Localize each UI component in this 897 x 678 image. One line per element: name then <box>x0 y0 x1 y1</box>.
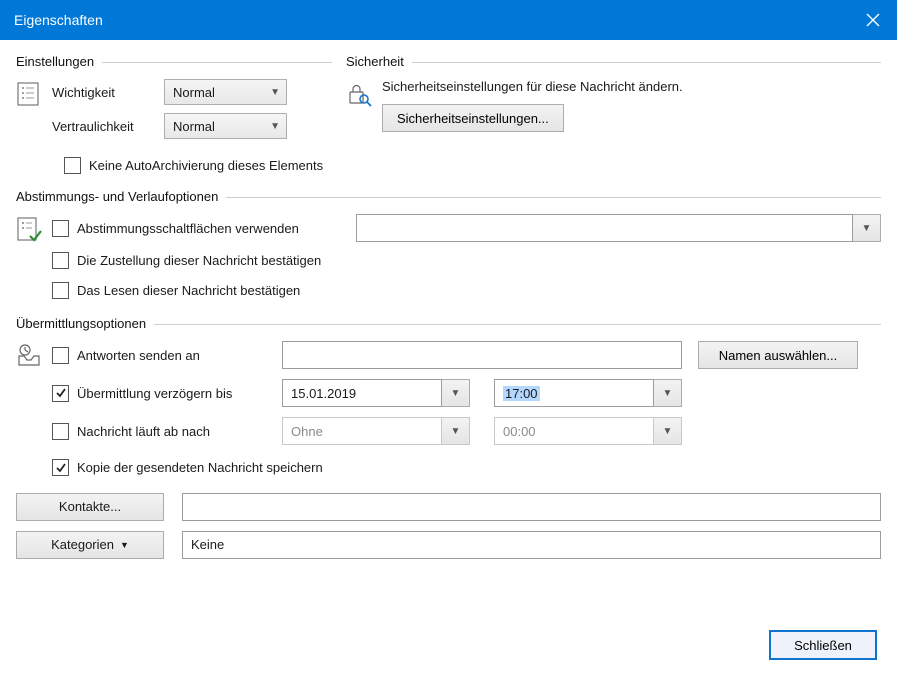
use-voting-buttons-label: Abstimmungsschaltflächen verwenden <box>77 221 299 236</box>
sensitivity-label: Vertraulichkeit <box>46 119 164 134</box>
delay-date-dropdown[interactable]: ▼ <box>442 379 470 407</box>
delay-time-value: 17:00 <box>503 386 540 401</box>
lock-search-icon <box>346 79 376 107</box>
reply-to-checkbox[interactable]: Antworten senden an <box>46 347 282 364</box>
group-settings-label: Einstellungen <box>16 54 94 69</box>
delay-time-input[interactable]: 17:00 <box>494 379 654 407</box>
divider <box>102 62 332 63</box>
chevron-down-icon: ▼ <box>120 540 129 550</box>
categories-value: Keine <box>191 537 224 552</box>
use-voting-buttons-checkbox[interactable]: Abstimmungsschaltflächen verwenden <box>46 220 356 237</box>
expire-time-input: 00:00 <box>494 417 654 445</box>
importance-value: Normal <box>173 85 215 100</box>
delay-date-input[interactable]: 15.01.2019 <box>282 379 442 407</box>
close-button-label: Schließen <box>794 638 852 653</box>
divider <box>154 324 881 325</box>
window-title: Eigenschaften <box>14 12 103 28</box>
chevron-down-icon: ▼ <box>270 121 280 132</box>
delivery-receipt-label: Die Zustellung dieser Nachricht bestätig… <box>77 253 321 268</box>
security-settings-button[interactable]: Sicherheitseinstellungen... <box>382 104 564 132</box>
read-receipt-checkbox[interactable]: Das Lesen dieser Nachricht bestätigen <box>52 282 300 299</box>
delay-delivery-label: Übermittlung verzögern bis <box>77 386 232 401</box>
select-names-button[interactable]: Namen auswählen... <box>698 341 858 369</box>
categories-button-label: Kategorien <box>51 537 114 552</box>
voting-buttons-dropdown[interactable]: ▼ <box>853 214 881 242</box>
contacts-button[interactable]: Kontakte... <box>16 493 164 521</box>
delay-delivery-checkbox[interactable]: Übermittlung verzögern bis <box>46 385 282 402</box>
delay-date-value: 15.01.2019 <box>291 386 356 401</box>
no-autoarchive-label: Keine AutoArchivierung dieses Elements <box>89 158 323 173</box>
expire-date-input: Ohne <box>282 417 442 445</box>
group-security-label: Sicherheit <box>346 54 404 69</box>
importance-combo[interactable]: Normal ▼ <box>164 79 287 105</box>
voting-icon <box>16 214 46 244</box>
security-settings-button-label: Sicherheitseinstellungen... <box>397 111 549 126</box>
expire-time-value: 00:00 <box>503 424 536 439</box>
properties-icon <box>16 79 46 107</box>
close-icon[interactable] <box>849 0 897 40</box>
close-button[interactable]: Schließen <box>769 630 877 660</box>
contacts-input[interactable] <box>182 493 881 521</box>
chevron-down-icon: ▼ <box>270 87 280 98</box>
titlebar: Eigenschaften <box>0 0 897 40</box>
contacts-button-label: Kontakte... <box>59 499 121 514</box>
group-voting-label: Abstimmungs- und Verlaufoptionen <box>16 189 218 204</box>
voting-buttons-input[interactable] <box>356 214 853 242</box>
security-description: Sicherheitseinstellungen für diese Nachr… <box>382 79 881 94</box>
sensitivity-combo[interactable]: Normal ▼ <box>164 113 287 139</box>
no-autoarchive-checkbox[interactable]: Keine AutoArchivierung dieses Elements <box>64 157 323 174</box>
expire-time-dropdown: ▼ <box>654 417 682 445</box>
delay-time-dropdown[interactable]: ▼ <box>654 379 682 407</box>
expire-date-value: Ohne <box>291 424 323 439</box>
expire-after-checkbox[interactable]: Nachricht läuft ab nach <box>46 423 282 440</box>
read-receipt-label: Das Lesen dieser Nachricht bestätigen <box>77 283 300 298</box>
categories-button[interactable]: Kategorien ▼ <box>16 531 164 559</box>
group-delivery-label: Übermittlungsoptionen <box>16 316 146 331</box>
delivery-receipt-checkbox[interactable]: Die Zustellung dieser Nachricht bestätig… <box>52 252 321 269</box>
reply-to-input[interactable] <box>282 341 682 369</box>
save-sent-copy-checkbox[interactable]: Kopie der gesendeten Nachricht speichern <box>52 459 323 476</box>
select-names-button-label: Namen auswählen... <box>719 348 838 363</box>
reply-to-label: Antworten senden an <box>77 348 200 363</box>
expire-after-label: Nachricht läuft ab nach <box>77 424 210 439</box>
expire-date-dropdown: ▼ <box>442 417 470 445</box>
sensitivity-value: Normal <box>173 119 215 134</box>
save-sent-copy-label: Kopie der gesendeten Nachricht speichern <box>77 460 323 475</box>
divider <box>412 62 881 63</box>
delivery-icon <box>16 341 46 369</box>
divider <box>226 197 881 198</box>
importance-label: Wichtigkeit <box>46 85 164 100</box>
categories-input[interactable]: Keine <box>182 531 881 559</box>
